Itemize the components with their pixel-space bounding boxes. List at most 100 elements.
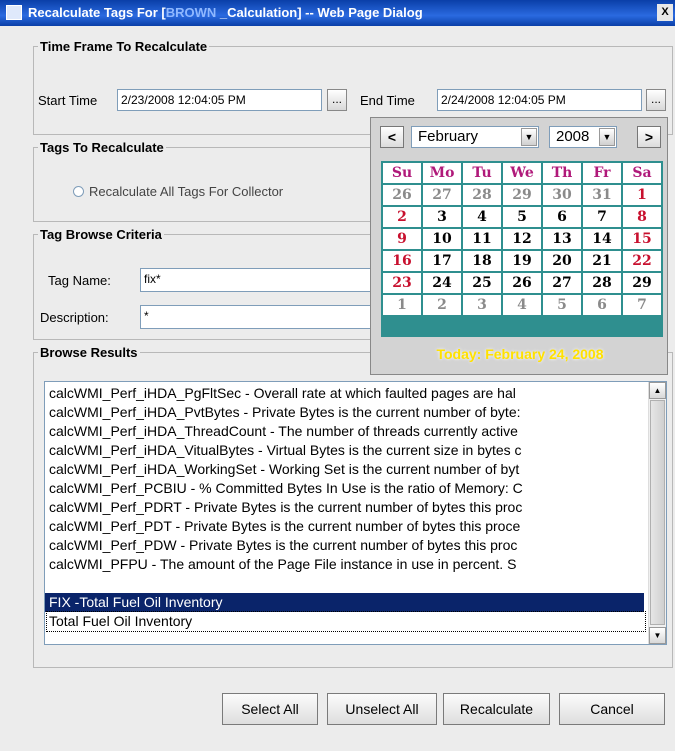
calendar-day[interactable]: 16 <box>383 251 421 271</box>
title-suffix: _Calculation] -- Web Page Dialog <box>216 5 423 20</box>
list-item[interactable]: calcWMI_Perf_iHDA_PvtBytes - Private Byt… <box>49 403 644 422</box>
list-item[interactable]: calcWMI_Perf_iHDA_WorkingSet - Working S… <box>49 460 644 479</box>
calendar-day[interactable]: 1 <box>383 295 421 315</box>
calendar-day[interactable]: 12 <box>503 229 541 249</box>
time-frame-legend: Time Frame To Recalculate <box>40 39 208 54</box>
end-time-picker-button[interactable]: ... <box>646 89 666 111</box>
description-input[interactable]: * <box>140 305 375 329</box>
list-item[interactable]: calcWMI_Perf_iHDA_ThreadCount - The numb… <box>49 422 644 441</box>
calendar-day[interactable]: 4 <box>463 207 501 227</box>
select-all-button[interactable]: Select All <box>222 693 318 725</box>
title-prefix: Recalculate Tags For [ <box>28 5 166 20</box>
calendar-day[interactable]: 21 <box>583 251 621 271</box>
calendar-day[interactable]: 10 <box>423 229 461 249</box>
today-link[interactable]: Today: February 24, 2008 <box>371 346 669 362</box>
calendar-day[interactable]: 27 <box>543 273 581 293</box>
calendar-day[interactable]: 28 <box>583 273 621 293</box>
calendar-day[interactable]: 25 <box>463 273 501 293</box>
tags-group: Tags To Recalculate <box>33 140 383 222</box>
app-icon <box>6 5 22 20</box>
calendar-day[interactable]: 7 <box>583 207 621 227</box>
cancel-button[interactable]: Cancel <box>559 693 665 725</box>
calendar-day[interactable]: 8 <box>623 207 661 227</box>
chevron-down-icon: ▼ <box>599 128 615 146</box>
start-time-input[interactable]: 2/23/2008 12:04:05 PM <box>117 89 322 111</box>
calendar-day[interactable]: 4 <box>503 295 541 315</box>
calendar-day[interactable]: 5 <box>543 295 581 315</box>
calendar-day[interactable]: 18 <box>463 251 501 271</box>
list-item[interactable]: calcWMI_Perf_PDRT - Private Bytes is the… <box>49 498 644 517</box>
list-item[interactable]: calcWMI_Perf_PDW - Private Bytes is the … <box>49 536 644 555</box>
calendar-day[interactable]: 27 <box>423 185 461 205</box>
tags-legend: Tags To Recalculate <box>40 140 164 155</box>
end-time-input[interactable]: 2/24/2008 12:04:05 PM <box>437 89 642 111</box>
calendar-day[interactable]: 22 <box>623 251 661 271</box>
calendar-day[interactable]: 6 <box>583 295 621 315</box>
date-picker-popup: < February ▼ 2008 ▼ > Su Mo Tu We Th Fr … <box>370 117 668 375</box>
weekday-header: Fr <box>583 163 621 183</box>
prev-month-button[interactable]: < <box>380 126 404 148</box>
recalc-all-label: Recalculate All Tags For Collector <box>89 184 284 199</box>
calendar-day[interactable]: 26 <box>503 273 541 293</box>
calendar-day[interactable]: 13 <box>543 229 581 249</box>
year-select-value: 2008 <box>556 128 590 145</box>
calendar-day[interactable]: 2 <box>383 207 421 227</box>
month-select-value: February <box>418 128 479 145</box>
results-listbox[interactable]: calcWMI_Perf_iHDA_PgFltSec - Overall rat… <box>44 381 667 645</box>
calendar-day[interactable]: 2 <box>423 295 461 315</box>
calendar-day[interactable]: 6 <box>543 207 581 227</box>
weekday-header: Su <box>383 163 421 183</box>
calendar-day[interactable]: 20 <box>543 251 581 271</box>
weekday-header: Mo <box>423 163 461 183</box>
calendar-day[interactable]: 29 <box>623 273 661 293</box>
calendar-day[interactable]: 15 <box>623 229 661 249</box>
list-item[interactable]: calcWMI_Perf_iHDA_VitualBytes - Virtual … <box>49 441 644 460</box>
calendar-day[interactable]: 7 <box>623 295 661 315</box>
calendar-day[interactable]: 3 <box>423 207 461 227</box>
next-month-button[interactable]: > <box>637 126 661 148</box>
end-time-label: End Time <box>360 93 415 108</box>
start-time-picker-button[interactable]: ... <box>327 89 347 111</box>
title-brand: BROWN <box>165 5 217 20</box>
calendar-day[interactable]: 14 <box>583 229 621 249</box>
calendar-day[interactable]: 19 <box>503 251 541 271</box>
scroll-thumb[interactable] <box>650 400 665 625</box>
calendar-day[interactable]: 23 <box>383 273 421 293</box>
calendar-day[interactable]: 3 <box>463 295 501 315</box>
tag-name-input[interactable]: fix* <box>140 268 375 292</box>
calendar-day[interactable]: 5 <box>503 207 541 227</box>
month-select[interactable]: February ▼ <box>411 126 539 148</box>
weekday-header: Sa <box>623 163 661 183</box>
calendar-day[interactable]: 29 <box>503 185 541 205</box>
year-select[interactable]: 2008 ▼ <box>549 126 617 148</box>
scroll-up-icon[interactable]: ▲ <box>649 382 666 399</box>
list-item[interactable]: Total Fuel Oil Inventory <box>46 611 646 632</box>
chevron-down-icon: ▼ <box>521 128 537 146</box>
list-item-selected[interactable]: FIX -Total Fuel Oil Inventory <box>45 593 644 612</box>
calendar-day[interactable]: 9 <box>383 229 421 249</box>
results-legend: Browse Results <box>40 345 138 360</box>
calendar-day-today[interactable]: 24 <box>423 273 461 293</box>
unselect-all-button[interactable]: Unselect All <box>327 693 437 725</box>
scroll-down-icon[interactable]: ▼ <box>649 627 666 644</box>
close-icon[interactable]: X <box>657 4 673 21</box>
results-scrollbar[interactable]: ▲ ▼ <box>648 382 666 644</box>
list-item[interactable]: calcWMI_Perf_iHDA_PgFltSec - Overall rat… <box>49 384 644 403</box>
list-item[interactable]: calcWMI_Perf_PCBIU - % Committed Bytes I… <box>49 479 644 498</box>
criteria-legend: Tag Browse Criteria <box>40 227 162 242</box>
description-label: Description: <box>40 310 109 325</box>
recalc-all-radio[interactable] <box>73 186 84 197</box>
calendar-day[interactable]: 28 <box>463 185 501 205</box>
calendar-day[interactable]: 26 <box>383 185 421 205</box>
calendar-day[interactable]: 31 <box>583 185 621 205</box>
calendar-day[interactable]: 17 <box>423 251 461 271</box>
calendar-day[interactable]: 1 <box>623 185 661 205</box>
weekday-header: Th <box>543 163 581 183</box>
calendar-day[interactable]: 30 <box>543 185 581 205</box>
title-bar: Recalculate Tags For [BROWN _Calculation… <box>0 0 675 26</box>
calendar-day[interactable]: 11 <box>463 229 501 249</box>
weekday-header: We <box>503 163 541 183</box>
list-item[interactable]: calcWMI_Perf_PDT - Private Bytes is the … <box>49 517 644 536</box>
recalculate-button[interactable]: Recalculate <box>443 693 550 725</box>
list-item[interactable]: calcWMI_PFPU - The amount of the Page Fi… <box>49 555 644 574</box>
